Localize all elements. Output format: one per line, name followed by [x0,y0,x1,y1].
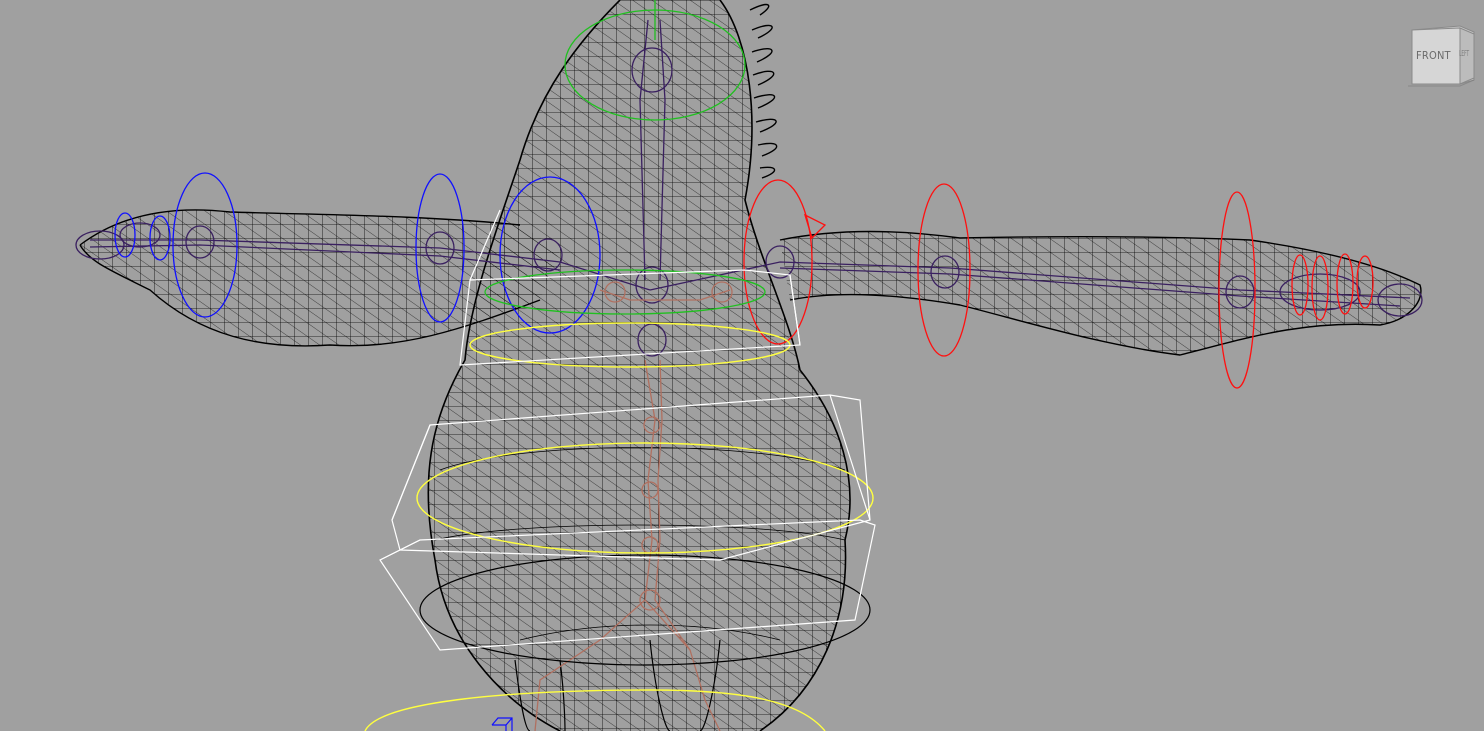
viewcube-side-label[interactable]: LEFT [1459,49,1471,58]
viewcube[interactable]: FRONT LEFT [1404,22,1476,90]
viewcube-front-label[interactable]: FRONT [1416,49,1451,62]
3d-viewport[interactable]: FRONT LEFT [0,0,1484,731]
right-arm-mesh[interactable] [770,220,1430,370]
root-cube-marker[interactable] [491,717,513,731]
wireframe-scene[interactable] [0,0,1484,731]
